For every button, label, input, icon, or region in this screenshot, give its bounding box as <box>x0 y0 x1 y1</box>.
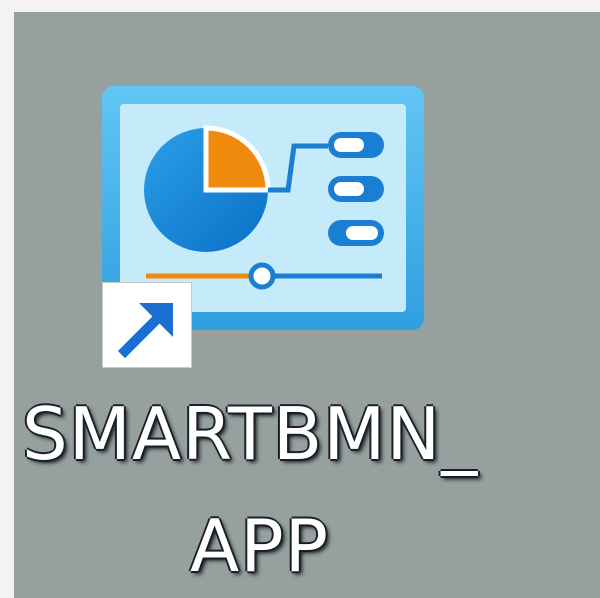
toggle-list <box>328 132 384 246</box>
shortcut-arrow-icon <box>117 303 173 359</box>
icon-label-line2[interactable]: APP <box>190 510 350 582</box>
shortcut-badge <box>102 282 192 368</box>
icon-label-line1[interactable]: SMARTBMN_ <box>22 398 502 470</box>
desktop: SMARTBMN_ APP <box>0 0 600 598</box>
slider-thumb <box>248 262 276 290</box>
